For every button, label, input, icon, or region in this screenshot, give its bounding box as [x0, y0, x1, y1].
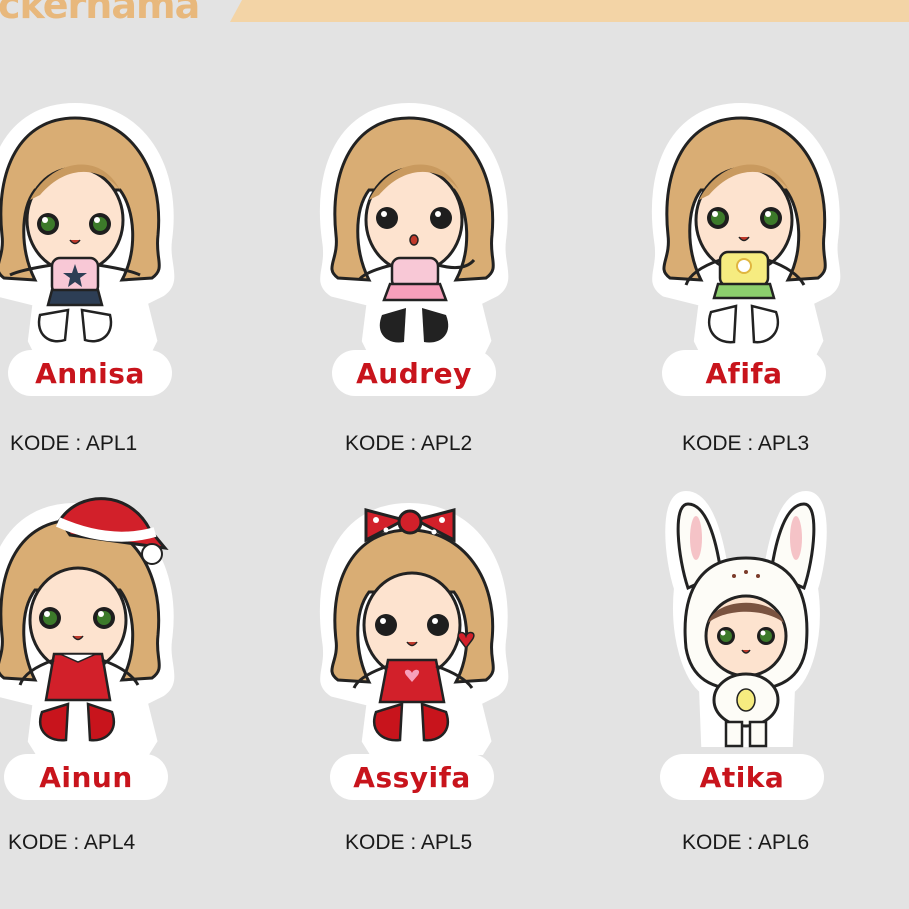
sticker-card-annisa[interactable]: Annisa: [0, 100, 240, 420]
sticker-card-assyifa[interactable]: Assyifa: [314, 490, 574, 810]
product-code: KODE : APL1: [10, 432, 138, 455]
product-code: KODE : APL4: [8, 831, 136, 854]
product-code: KODE : APL6: [682, 831, 810, 854]
sticker-card-audrey[interactable]: Audrey: [314, 100, 574, 420]
name-label: Afifa: [662, 350, 826, 396]
name-label: Annisa: [8, 350, 172, 396]
sticker-card-afifa[interactable]: Afifa: [646, 100, 906, 420]
name-label: Audrey: [332, 350, 496, 396]
sticker-card-atika[interactable]: Atika: [646, 478, 906, 800]
name-label: Atika: [660, 754, 824, 800]
sticker-card-ainun[interactable]: Ainun: [0, 490, 240, 810]
product-code: KODE : APL5: [345, 831, 473, 854]
brand-logo: ckernama: [0, 0, 200, 27]
product-code: KODE : APL2: [345, 432, 473, 455]
name-label: Assyifa: [330, 754, 494, 800]
atika-sticker: [665, 490, 827, 748]
name-label: Ainun: [4, 754, 168, 800]
header-banner: [230, 0, 909, 22]
product-code: KODE : APL3: [682, 432, 810, 455]
